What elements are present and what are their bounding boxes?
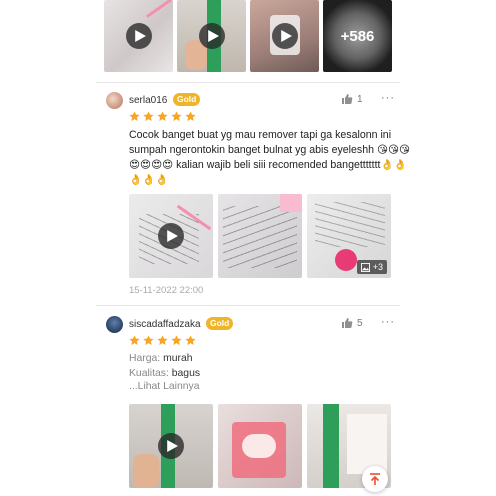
top-media-thumb-more[interactable]: +586 [323,0,392,72]
review-media-thumb-more[interactable]: +3 [307,194,391,278]
reviewer-username[interactable]: siscadaffadzaka [129,319,201,330]
like-button[interactable]: 5 [341,317,363,329]
avatar[interactable] [106,316,123,333]
avatar[interactable] [106,92,123,109]
star-icon [129,335,140,346]
review-media-thumb-1[interactable] [129,194,213,278]
detail-key: Kualitas: [129,368,169,379]
star-icon [185,111,196,122]
review-detail-quality: Kualitas: bagus [129,367,200,381]
star-icon [143,335,154,346]
like-count: 5 [357,317,363,329]
detail-value: bagus [171,368,201,379]
review-media-thumb-2[interactable] [218,194,302,278]
top-media-thumb-1[interactable] [104,0,173,72]
more-options-button[interactable]: ··· [381,92,395,104]
star-icon [171,111,182,122]
image-icon [360,262,370,272]
review-media-thumb-2[interactable] [218,404,302,488]
review-media-thumb-1[interactable] [129,404,213,488]
star-icon [129,111,140,122]
play-icon [158,433,184,459]
play-icon [271,23,298,49]
arrow-up-icon [370,473,380,485]
media-count: +3 [372,262,383,272]
star-icon [157,335,168,346]
review-detail-price: Harga: murah [129,352,193,366]
thumbs-up-icon [342,94,353,104]
top-media-thumb-2[interactable] [177,0,246,72]
detail-value: murah [163,353,193,364]
like-count: 1 [357,93,363,105]
play-icon [125,23,152,49]
review-divider [96,305,400,306]
star-rating [129,335,196,346]
like-button[interactable]: 1 [341,93,363,105]
review-divider [96,82,400,83]
star-icon [157,111,168,122]
member-badge: Gold [206,317,234,330]
star-icon [143,111,154,122]
star-icon [171,335,182,346]
more-media-count: +586 [323,0,392,72]
reviewer-username[interactable]: serla016 [129,95,167,106]
play-icon [158,223,184,249]
play-icon [198,23,225,49]
member-badge: Gold [173,93,201,106]
top-media-thumb-3[interactable] [250,0,319,72]
more-options-button[interactable]: ··· [381,316,395,328]
star-icon [185,335,196,346]
media-count-badge: +3 [356,260,387,274]
thumbs-up-icon [342,318,353,328]
star-rating [129,111,196,122]
review-text: Cocok banget buat yg mau remover tapi ga… [129,129,411,186]
scroll-to-top-button[interactable] [362,466,388,492]
review-timestamp: 15-11-2022 22:00 [129,285,204,296]
see-more-link[interactable]: ...Lihat Lainnya [129,381,199,392]
detail-key: Harga: [129,353,161,364]
